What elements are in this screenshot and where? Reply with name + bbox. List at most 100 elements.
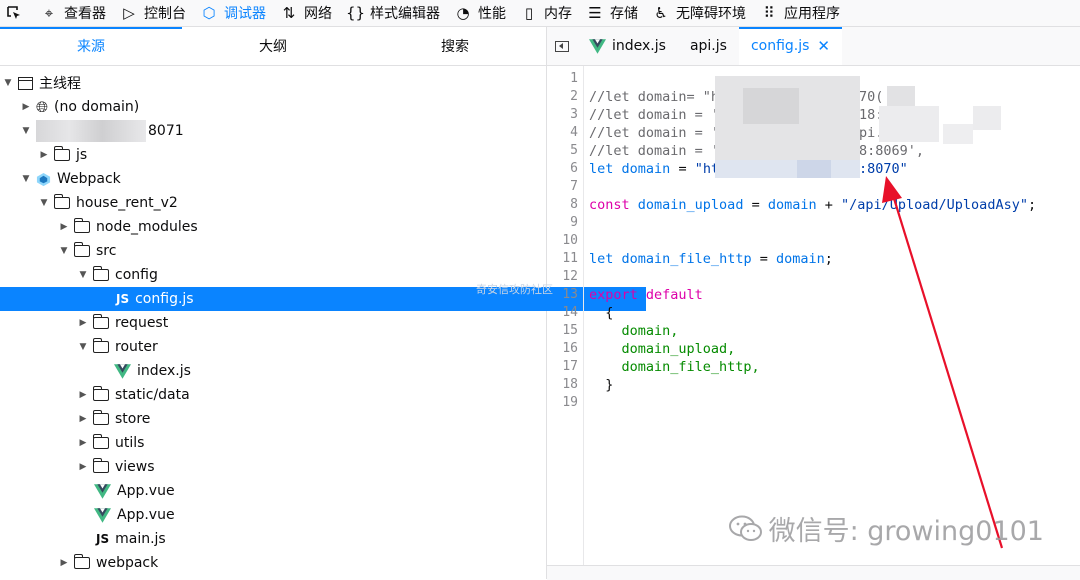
tab-debugger[interactable]: ⬡ 调试器 — [194, 0, 274, 26]
line-number: 14 — [562, 305, 578, 320]
close-icon[interactable]: ✕ — [817, 37, 830, 55]
tab-label: config.js — [750, 38, 810, 54]
tree-item-main-thread[interactable]: ▼ 主线程 — [0, 71, 548, 95]
code-line-8: const domain_upload = domain + "/api/Upl… — [589, 196, 1036, 214]
line-number: 11 — [562, 251, 578, 266]
application-icon: ⠿ — [763, 4, 775, 22]
tab-network-label: 网络 — [304, 6, 332, 22]
tree-item-store[interactable]: ▶ store — [0, 407, 623, 431]
tab-config-js[interactable]: config.js ✕ — [738, 27, 843, 65]
line-number: 9 — [570, 215, 578, 230]
operator: + — [816, 197, 842, 213]
chevron-right-icon: ▶ — [79, 462, 87, 472]
folder-icon — [93, 410, 109, 425]
redaction-mosaic — [797, 160, 831, 178]
tree-label: App.vue — [117, 483, 175, 499]
memory-icon: ▯ — [524, 4, 534, 22]
redaction-mosaic — [879, 106, 939, 142]
tab-index-js[interactable]: index.js — [577, 27, 678, 65]
folder-icon — [54, 194, 70, 209]
tree-item-no-domain[interactable]: ▶ 🌐︎ (no domain) — [0, 95, 566, 119]
tab-storage[interactable]: ☰ 存储 — [580, 0, 646, 26]
code-line-5-tail: 8:8069', — [859, 143, 925, 159]
line-number: 4 — [570, 125, 578, 140]
tree-item-webpack[interactable]: ▼ Webpack — [0, 167, 566, 191]
variable: domain — [775, 251, 825, 267]
tab-accessibility[interactable]: ♿ 无障碍环境 — [646, 0, 754, 26]
tab-application-label: 应用程序 — [784, 6, 840, 22]
tree-item-app-vue[interactable]: ▶ App.vue — [0, 503, 624, 527]
tree-label: store — [115, 411, 151, 427]
tab-style-editor[interactable]: {} 样式编辑器 — [340, 0, 448, 26]
tab-style-editor-label: 样式编辑器 — [370, 6, 440, 22]
line-number: 6 — [570, 161, 578, 176]
line-number: 19 — [562, 395, 578, 410]
tab-api-js[interactable]: api.js — [678, 27, 739, 65]
tree-item-views[interactable]: ▶ views — [0, 455, 623, 479]
tree-item-static-data[interactable]: ▶ static/data — [0, 383, 623, 407]
line-number: 18 — [562, 377, 578, 392]
tab-memory[interactable]: ▯ 内存 — [514, 0, 580, 26]
tab-inspector[interactable]: ⌖ 查看器 — [34, 0, 114, 26]
tree-label: main.js — [115, 531, 166, 547]
tab-console[interactable]: ▷ 控制台 — [114, 0, 194, 26]
tab-sources-label: 来源 — [77, 39, 105, 55]
tab-application[interactable]: ⠿ 应用程序 — [754, 0, 848, 26]
code-line-13: export default — [589, 287, 703, 303]
code-line-2: //let domain= "h — [589, 89, 720, 105]
tree-label: webpack — [96, 555, 159, 571]
tab-sources[interactable]: 来源 — [0, 27, 182, 65]
tree-item-node-modules[interactable]: ▶ node_modules — [0, 215, 604, 239]
line-gutter: 1 2 3 4 5 6 7 8 9 10 11 12 13 14 15 16 1… — [547, 66, 584, 566]
tab-debugger-label: 调试器 — [224, 6, 266, 22]
line-number: 1 — [570, 71, 578, 86]
chevron-down-icon: ▼ — [79, 270, 87, 280]
tab-outline-label: 大纲 — [259, 39, 287, 55]
tree-label: house_rent_v2 — [76, 195, 178, 211]
line-number: 5 — [570, 143, 578, 158]
console-icon: ▷ — [123, 4, 135, 22]
inspector-icon: ⌖ — [44, 4, 54, 22]
tab-memory-label: 内存 — [544, 6, 572, 22]
tree-item-project[interactable]: ▼ house_rent_v2 — [0, 191, 584, 215]
tree-item-webpack-folder[interactable]: ▶ webpack — [0, 551, 604, 575]
code-editor[interactable]: 1 2 3 4 5 6 7 8 9 10 11 12 13 14 15 16 1… — [547, 66, 1080, 566]
editor-panel: index.js api.js config.js ✕ 1 2 3 4 5 6 … — [547, 27, 1080, 580]
tree-label: config.js — [135, 291, 194, 307]
tree-item-request[interactable]: ▶ request — [0, 311, 623, 335]
tree-label: 8071 — [148, 123, 184, 139]
code-line-5: //let domain = ' — [589, 143, 720, 159]
string: "/api/Upload/UploadAsy" — [841, 197, 1028, 213]
tree-item-src[interactable]: ▼ src — [0, 239, 604, 263]
folder-icon — [93, 266, 109, 281]
folder-icon — [93, 314, 109, 329]
tree-label: js — [76, 147, 88, 163]
tab-performance[interactable]: ◔ 性能 — [448, 0, 514, 26]
debugger-icon: ⬡ — [202, 4, 216, 22]
redaction-mosaic — [943, 124, 973, 144]
tab-storage-label: 存储 — [610, 6, 638, 22]
tree-item-router[interactable]: ▼ router — [0, 335, 623, 359]
js-file-icon: JS — [116, 292, 130, 306]
folder-icon — [74, 242, 90, 257]
tree-label: index.js — [137, 363, 191, 379]
variable: domain — [767, 197, 817, 213]
tree-item-js[interactable]: ▶ js — [0, 143, 584, 167]
tree-item-app-vue[interactable]: ▶ App.vue — [0, 479, 624, 503]
tab-search[interactable]: 搜索 — [364, 27, 546, 65]
chevron-down-icon: ▼ — [79, 342, 87, 352]
tree-item-main-js[interactable]: ▶ JS main.js — [0, 527, 626, 551]
tab-performance-label: 性能 — [478, 6, 506, 22]
toggle-sidebar-button[interactable] — [547, 27, 577, 65]
sources-tabs: 来源 大纲 搜索 — [0, 27, 546, 66]
tab-network[interactable]: ⇅ 网络 — [274, 0, 340, 26]
line-number: 17 — [562, 359, 578, 374]
variable: domain — [621, 161, 671, 177]
folder-icon — [93, 338, 109, 353]
tree-item-utils[interactable]: ▶ utils — [0, 431, 623, 455]
operator: = — [670, 161, 695, 177]
element-picker-button[interactable] — [0, 0, 34, 26]
tab-outline[interactable]: 大纲 — [182, 27, 364, 65]
element-picker-icon — [7, 6, 20, 19]
tree-item-host[interactable]: ▼ 8071 — [0, 119, 566, 143]
